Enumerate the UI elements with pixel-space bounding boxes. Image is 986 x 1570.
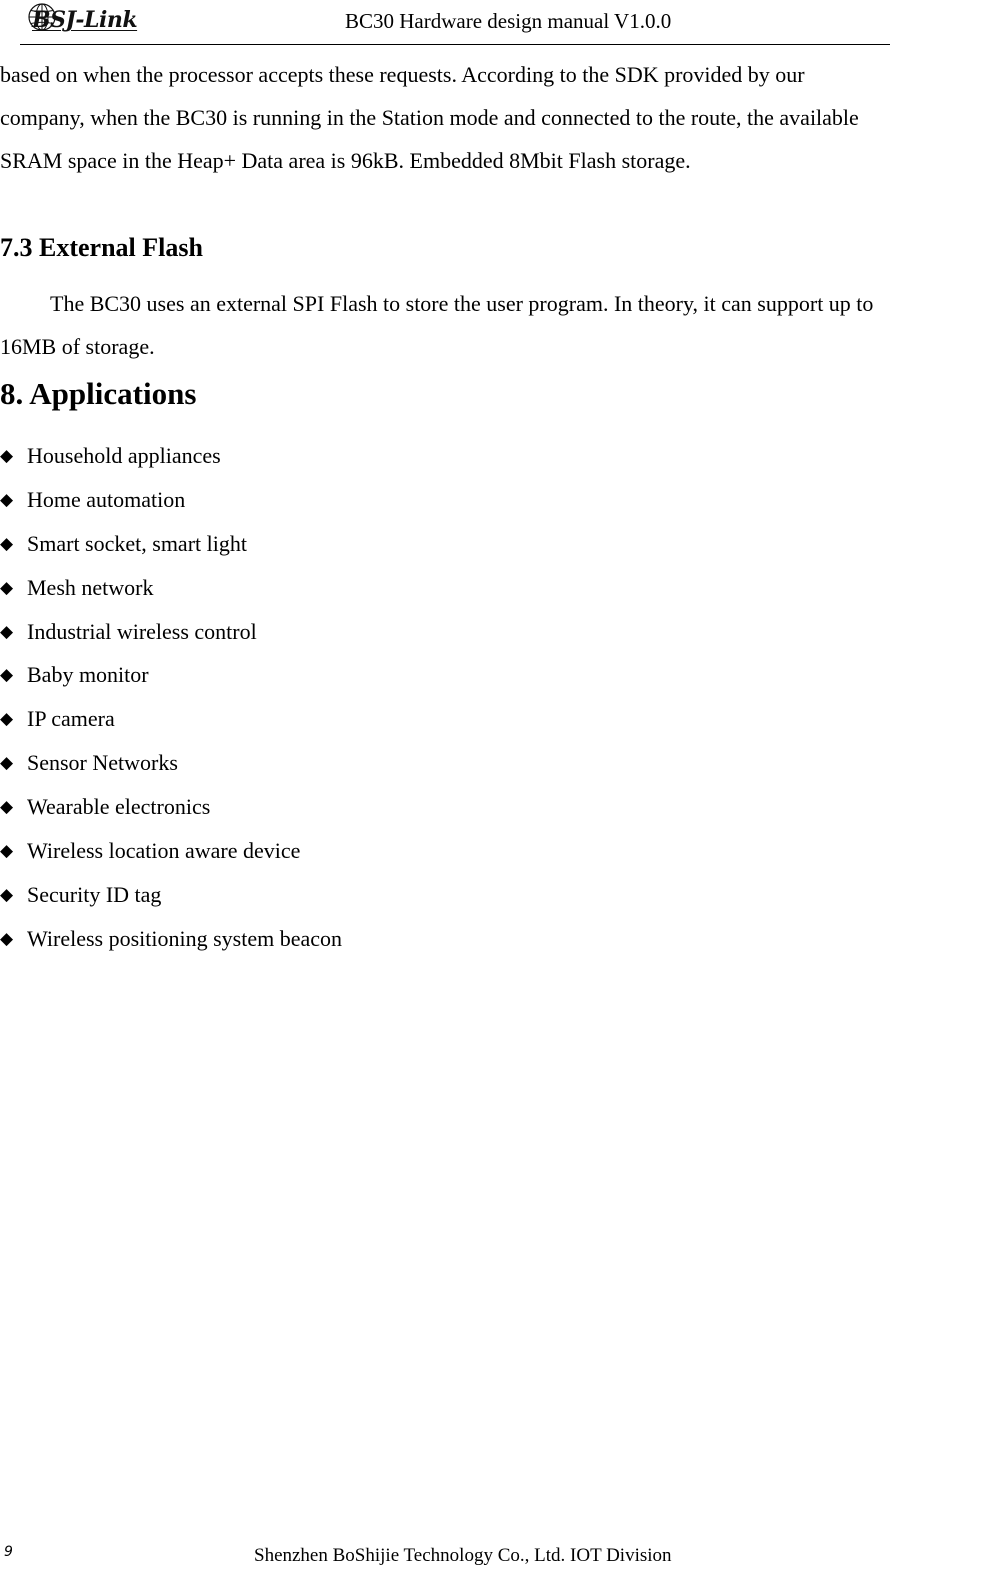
- brand-logo: BSJ-Link: [24, 2, 138, 38]
- list-item-text: Baby monitor: [27, 662, 149, 688]
- list-item-text: Mesh network: [27, 574, 154, 600]
- brand-name: BSJ-Link: [32, 7, 138, 33]
- list-item-text: Sensor Networks: [27, 750, 178, 776]
- list-item: ◆ Household appliances: [0, 436, 342, 480]
- list-item-text: Home automation: [27, 486, 186, 512]
- list-item: ◆ Home automation: [0, 480, 342, 524]
- diamond-bullet-icon: ◆: [0, 884, 14, 905]
- document-title: BC30 Hardware design manual V1.0.0: [345, 9, 672, 33]
- diamond-bullet-icon: ◆: [0, 533, 14, 554]
- list-item: ◆ Smart socket, smart light: [0, 524, 342, 568]
- list-item-text: Wireless location aware device: [27, 838, 301, 864]
- list-item-text: Smart socket, smart light: [27, 530, 247, 556]
- section-heading-applications: 8. Applications: [0, 376, 197, 411]
- list-item-text: Industrial wireless control: [27, 618, 257, 644]
- list-item-text: Security ID tag: [27, 881, 162, 907]
- section-heading-external-flash: 7.3 External Flash: [0, 233, 203, 262]
- diamond-bullet-icon: ◆: [0, 665, 14, 686]
- diamond-bullet-icon: ◆: [0, 446, 14, 466]
- list-item-text: Wearable electronics: [27, 794, 211, 820]
- intro-line-3: SRAM space in the Heap+ Data area is 96k…: [0, 148, 691, 173]
- diamond-bullet-icon: ◆: [0, 753, 14, 774]
- list-item: ◆ Baby monitor: [0, 655, 342, 699]
- page-header: BSJ-Link BC30 Hardware design manual V1.…: [0, 0, 986, 46]
- list-item: ◆ Wearable electronics: [0, 787, 342, 831]
- diamond-bullet-icon: ◆: [0, 797, 14, 818]
- page-number: 9: [4, 1544, 13, 1560]
- diamond-bullet-icon: ◆: [0, 577, 14, 598]
- list-item: ◆ Wireless location aware device: [0, 831, 342, 875]
- list-item-text: IP camera: [27, 706, 115, 732]
- footer-company: Shenzhen BoShijie Technology Co., Ltd. I…: [254, 1545, 672, 1566]
- list-item: ◆ Security ID tag: [0, 875, 342, 919]
- diamond-bullet-icon: ◆: [0, 928, 14, 949]
- applications-list: ◆ Household appliances ◆ Home automation ◆…: [0, 436, 342, 963]
- diamond-bullet-icon: ◆: [0, 489, 14, 510]
- list-item: ◆ Mesh network: [0, 568, 342, 612]
- intro-line-1: based on when the processor accepts thes…: [0, 62, 805, 87]
- header-divider: [20, 44, 890, 45]
- list-item-text: Household appliances: [27, 443, 221, 468]
- external-flash-line-1: The BC30 uses an external SPI Flash to s…: [50, 291, 874, 316]
- diamond-bullet-icon: ◆: [0, 621, 14, 642]
- list-item: ◆ Sensor Networks: [0, 743, 342, 787]
- diamond-bullet-icon: ◆: [0, 709, 14, 730]
- list-item: ◆ Industrial wireless control: [0, 612, 342, 656]
- diamond-bullet-icon: ◆: [0, 841, 14, 862]
- intro-line-2: company, when the BC30 is running in the…: [0, 105, 859, 130]
- list-item: ◆ IP camera: [0, 699, 342, 743]
- external-flash-line-2: 16MB of storage.: [0, 334, 155, 359]
- list-item-text: Wireless positioning system beacon: [27, 925, 343, 951]
- list-item: ◆ Wireless positioning system beacon: [0, 919, 342, 963]
